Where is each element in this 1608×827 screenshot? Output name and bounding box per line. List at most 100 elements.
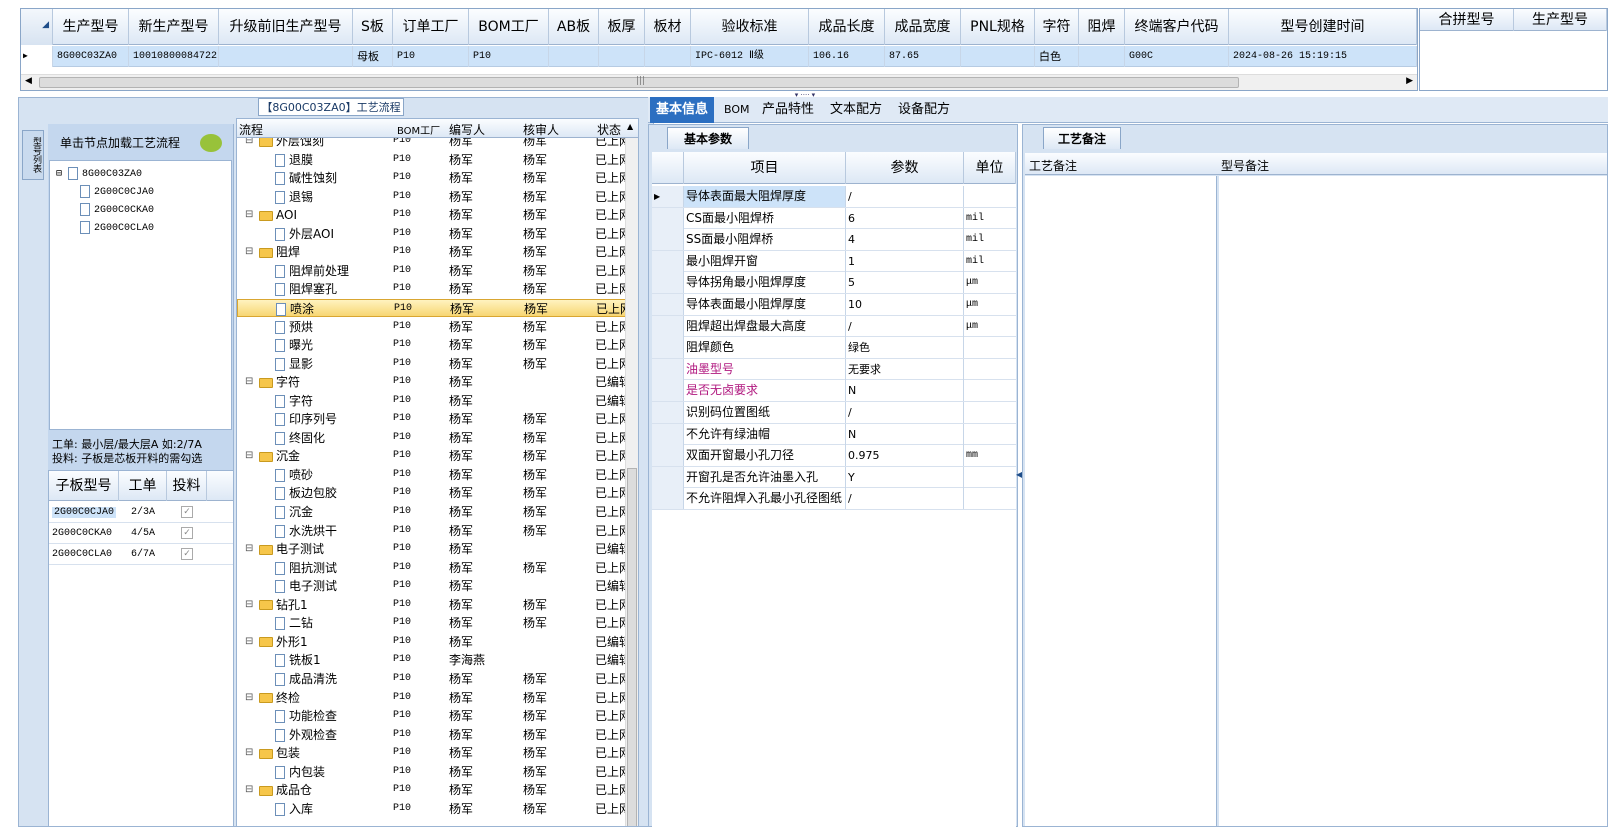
process-row[interactable]: 印序列号 P10 杨军 杨军 已上网 (237, 410, 627, 429)
row-selector[interactable] (652, 337, 684, 359)
cell-factory[interactable]: P10 (393, 781, 411, 799)
tree-root[interactable]: ⊟ 8G00C03ZA0 (56, 167, 142, 180)
cell-status[interactable]: 已上网 (595, 503, 625, 521)
cell-reviewer[interactable]: 杨军 (523, 670, 547, 688)
cell-writer[interactable]: 杨军 (449, 763, 473, 781)
tab-bom[interactable]: BOM (718, 97, 756, 123)
cell-reviewer[interactable]: 杨军 (523, 466, 547, 484)
cell-status[interactable]: 已编辑 (595, 577, 625, 595)
cell-status[interactable]: 已上网 (595, 243, 625, 261)
row-selector[interactable] (652, 272, 684, 294)
cell-s-board[interactable]: 母板 (353, 46, 393, 67)
col-header[interactable]: 新生产型号 (129, 9, 219, 45)
cell-factory[interactable]: P10 (393, 280, 411, 298)
process-row[interactable]: 喷砂 P10 杨军 杨军 已上网 (237, 466, 627, 485)
process-row[interactable]: 预烘 P10 杨军 杨军 已上网 (237, 318, 627, 337)
collapse-icon[interactable]: ⊟ (245, 781, 253, 799)
col-header[interactable]: 参数 (846, 152, 964, 184)
cell-status[interactable]: 已上网 (595, 447, 625, 465)
cell-factory[interactable]: P10 (393, 262, 411, 280)
param-row[interactable]: 导体表面最小阻焊厚度 10 μm (652, 294, 1016, 316)
cell-status[interactable]: 已上网 (595, 355, 625, 373)
process-row[interactable]: 喷涂 P10 杨军 杨军 已上网 (237, 298, 627, 318)
tree-node[interactable]: 2G00C0CLA0 (80, 221, 154, 234)
cell-writer[interactable]: 杨军 (449, 355, 473, 373)
table-row[interactable]: 2G00C0CLA0 6/7A ✓ (49, 544, 233, 565)
row-selector[interactable] (652, 423, 684, 445)
cell-writer[interactable]: 杨军 (449, 633, 473, 651)
cell-factory[interactable]: P10 (393, 169, 411, 187)
cell-writer[interactable]: 杨军 (449, 540, 473, 558)
collapse-icon[interactable]: ⊟ (245, 633, 253, 651)
cell-writer[interactable]: 杨军 (449, 392, 473, 410)
col-header[interactable]: S板 (353, 9, 393, 45)
cell-reviewer[interactable]: 杨军 (523, 206, 547, 224)
cell-workorder[interactable]: 2/3A (131, 507, 155, 518)
col-header[interactable]: 投料 (167, 471, 207, 501)
cell-writer[interactable]: 杨军 (449, 280, 473, 298)
cell-writer[interactable]: 杨军 (449, 800, 473, 818)
cell-reviewer[interactable]: 杨军 (524, 300, 548, 318)
col-header[interactable]: 阻焊 (1079, 9, 1125, 45)
notes-title[interactable]: 工艺备注 (1043, 127, 1121, 149)
process-row[interactable]: 沉金 P10 杨军 杨军 已上网 (237, 503, 627, 522)
cell-ab[interactable] (549, 46, 599, 67)
cell-status[interactable]: 已上网 (595, 262, 625, 280)
scroll-right-icon[interactable]: ▶ (1406, 76, 1413, 86)
process-row[interactable]: ⊟ 沉金 P10 杨军 杨军 已上网 (237, 447, 627, 466)
param-row[interactable]: CS面最小阻焊桥 6 mil (652, 207, 1016, 230)
process-row[interactable]: 外层AOI P10 杨军 杨军 已上网 (237, 225, 627, 244)
collapse-icon[interactable]: ⊟ (245, 596, 253, 614)
cell-reviewer[interactable]: 杨军 (523, 169, 547, 187)
process-row[interactable]: 电子测试 P10 杨军 已编辑 (237, 577, 627, 596)
param-row[interactable]: 不允许阻焊入孔最小孔径图纸 / (652, 488, 1016, 510)
tab-product-features[interactable]: 产品特性 (756, 97, 820, 123)
process-row[interactable]: 退锡 P10 杨军 杨军 已上网 (237, 188, 627, 207)
row-selector[interactable] (652, 488, 684, 510)
param-row[interactable]: 双面开窗最小孔刀径 0.975 mm (652, 445, 1016, 467)
row-selector[interactable] (652, 358, 684, 380)
cell-writer[interactable]: 杨军 (449, 373, 473, 391)
cell-writer[interactable]: 杨军 (449, 670, 473, 688)
cell-writer[interactable]: 李海燕 (449, 651, 485, 669)
collapse-icon[interactable]: ⊟ (245, 243, 253, 261)
cell-factory[interactable]: P10 (393, 336, 411, 354)
grid-corner[interactable] (652, 152, 684, 184)
col-header[interactable]: 验收标准 (691, 9, 809, 45)
cell-status[interactable]: 已上网 (595, 484, 625, 502)
cell-factory[interactable]: P10 (393, 429, 411, 447)
cell-writer[interactable]: 杨军 (449, 318, 473, 336)
col-header[interactable]: 终端客户代码 (1125, 9, 1229, 45)
cell-sub-model[interactable]: 2G00C0CJA0 (52, 507, 117, 518)
cell-factory[interactable]: P10 (393, 744, 411, 762)
param-row[interactable]: 油墨型号 无要求 (652, 358, 1016, 381)
cell-length[interactable]: 106.16 (809, 46, 885, 67)
collapse-icon[interactable]: ⊟ (56, 169, 62, 180)
tab-basic-info[interactable]: 基本信息 (650, 97, 715, 123)
collapse-icon[interactable]: ⊟ (245, 206, 253, 224)
cell-reviewer[interactable]: 杨军 (523, 336, 547, 354)
cell-reviewer[interactable]: 杨军 (523, 188, 547, 206)
cell-reviewer[interactable]: 杨军 (523, 522, 547, 540)
cell-factory[interactable]: P10 (393, 484, 411, 502)
row-selector[interactable] (652, 402, 684, 423)
model-note-area[interactable] (1219, 176, 1607, 826)
process-row[interactable]: ⊟ 包装 P10 杨军 杨军 已上网 (237, 744, 627, 763)
col-header[interactable]: 生产型号 (1514, 9, 1607, 31)
cell-status[interactable]: 已上网 (595, 318, 625, 336)
cell-writer[interactable]: 杨军 (450, 300, 474, 318)
cell-status[interactable]: 已上网 (595, 596, 625, 614)
param-value[interactable]: / (846, 402, 964, 423)
cell-old-model[interactable] (219, 46, 353, 67)
table-row[interactable]: ▶ 8G00C03ZA0 10010800084722 母板 P10 P10 I… (21, 46, 1417, 67)
process-row[interactable]: 阻抗测试 P10 杨军 杨军 已上网 (237, 559, 627, 578)
cell-char[interactable]: 白色 (1035, 46, 1079, 67)
cell-reviewer[interactable]: 杨军 (523, 744, 547, 762)
row-selector[interactable]: ▶ (652, 186, 684, 207)
cell-sub-model[interactable]: 2G00C0CKA0 (52, 528, 112, 539)
col-header[interactable]: 成品宽度 (885, 9, 961, 45)
cell-factory[interactable]: P10 (393, 633, 411, 651)
cell-factory[interactable]: P10 (393, 503, 411, 521)
process-row[interactable]: 曝光 P10 杨军 杨军 已上网 (237, 336, 627, 355)
cell-status[interactable]: 已上网 (595, 707, 625, 725)
